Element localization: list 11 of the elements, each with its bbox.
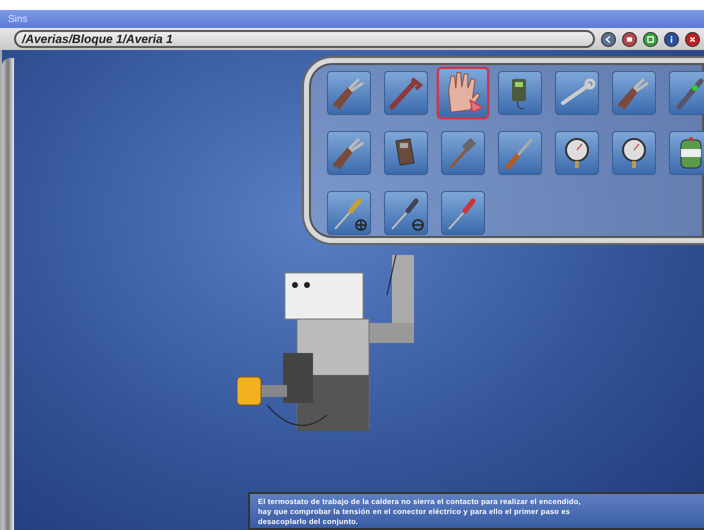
close-button[interactable] (685, 32, 700, 46)
info-button[interactable] (664, 32, 679, 46)
tool-button[interactable] (669, 131, 704, 175)
tool-button[interactable] (384, 191, 428, 235)
tool-button[interactable] (555, 131, 599, 175)
back-button[interactable] (601, 32, 616, 46)
tool-button[interactable] (327, 191, 371, 235)
window-title: Sins (8, 14, 28, 24)
tool-button[interactable] (612, 131, 656, 175)
tool-button[interactable] (384, 131, 428, 175)
path-field: /Averias/Bloque 1/Averia 1 (14, 30, 595, 48)
